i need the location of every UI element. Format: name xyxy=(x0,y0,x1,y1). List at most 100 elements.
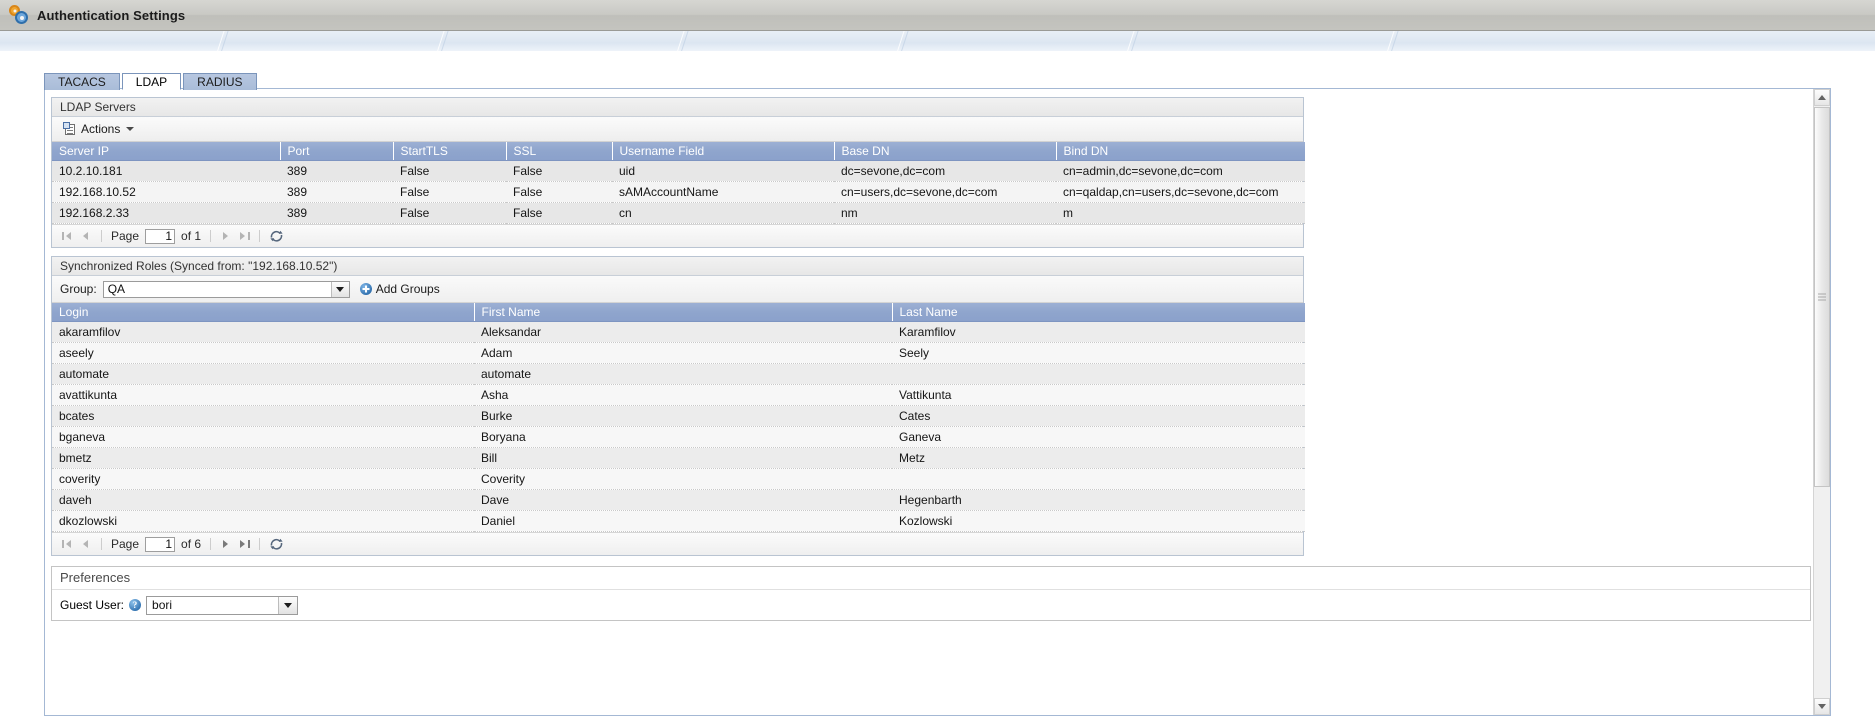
ldap-tab-panel: LDAP Servers Actions Server IP Port Star… xyxy=(44,88,1831,716)
preferences-title: Preferences xyxy=(52,567,1810,590)
cell-username-field: sAMAccountName xyxy=(612,181,834,203)
last-page-button[interactable] xyxy=(237,537,252,552)
col-ssl[interactable]: SSL xyxy=(506,142,613,161)
scrollbar-thumb[interactable] xyxy=(1814,107,1830,487)
actions-label: Actions xyxy=(81,122,121,136)
refresh-icon[interactable] xyxy=(269,537,284,551)
cell-login: akaramfilov xyxy=(52,321,474,343)
cell-last-name: Karamfilov xyxy=(892,321,1305,343)
cell-ssl: False xyxy=(506,160,612,182)
cell-last-name xyxy=(892,468,1305,490)
tab-radius[interactable]: RADIUS xyxy=(183,73,257,90)
cell-ssl: False xyxy=(506,202,612,224)
page-number-input[interactable] xyxy=(145,536,176,552)
next-page-button[interactable] xyxy=(218,229,233,244)
first-page-button[interactable] xyxy=(60,537,75,552)
cell-login: dkozlowski xyxy=(52,510,474,532)
cell-last-name: Seely xyxy=(892,342,1305,364)
cell-last-name: Kozlowski xyxy=(892,510,1305,532)
cell-username-field: cn xyxy=(612,202,834,224)
page-label: Page xyxy=(111,229,140,243)
header-banner xyxy=(0,31,1875,52)
help-icon[interactable]: ? xyxy=(129,599,142,611)
table-row[interactable]: akaramfilov Aleksandar Karamfilov xyxy=(52,321,1305,343)
cell-starttls: False xyxy=(393,202,506,224)
table-row[interactable]: dkozlowski Daniel Kozlowski xyxy=(52,510,1305,532)
chevron-down-icon xyxy=(330,281,349,297)
cell-port: 389 xyxy=(280,202,393,224)
preferences-body: Guest User: ? bori xyxy=(52,590,1810,620)
col-base-dn[interactable]: Base DN xyxy=(834,142,1057,161)
table-row[interactable]: bmetz Bill Metz xyxy=(52,447,1305,469)
group-select[interactable]: QA xyxy=(102,280,350,298)
ldap-servers-table: Server IP Port StartTLS SSL Username Fie… xyxy=(52,142,1305,224)
col-server-ip[interactable]: Server IP xyxy=(52,142,281,161)
window-titlebar: Authentication Settings xyxy=(0,0,1875,31)
prev-page-button[interactable] xyxy=(79,229,94,244)
cell-first-name: Aleksandar xyxy=(474,321,892,343)
col-first-name[interactable]: First Name xyxy=(474,303,893,322)
tab-panel-content: LDAP Servers Actions Server IP Port Star… xyxy=(45,89,1813,715)
group-selector-row: Group: QA Add Groups xyxy=(52,276,1303,303)
col-last-name[interactable]: Last Name xyxy=(892,303,1305,322)
cell-bind-dn: cn=admin,dc=sevone,dc=com xyxy=(1056,160,1305,182)
chevron-down-icon xyxy=(278,596,298,614)
table-row[interactable]: coverity Coverity xyxy=(52,468,1305,490)
cell-base-dn: cn=users,dc=sevone,dc=com xyxy=(834,181,1056,203)
page-number-input[interactable] xyxy=(145,228,176,244)
table-row[interactable]: aseely Adam Seely xyxy=(52,342,1305,364)
scroll-up-button[interactable] xyxy=(1814,89,1830,106)
last-page-button[interactable] xyxy=(237,229,252,244)
tab-ldap[interactable]: LDAP xyxy=(121,73,182,90)
col-port[interactable]: Port xyxy=(280,142,394,161)
add-groups-button[interactable]: Add Groups xyxy=(359,282,440,296)
prev-page-button[interactable] xyxy=(79,537,94,552)
cell-ssl: False xyxy=(506,181,612,203)
page-of-label: of 1 xyxy=(181,229,202,243)
cell-first-name: Dave xyxy=(474,489,892,511)
first-page-button[interactable] xyxy=(60,229,75,244)
table-row[interactable]: avattikunta Asha Vattikunta xyxy=(52,384,1305,406)
actions-button[interactable]: Actions xyxy=(60,121,137,137)
cell-login: bganeva xyxy=(52,426,474,448)
table-row[interactable]: 192.168.2.33 389 False False cn nm m xyxy=(52,202,1305,224)
vertical-scrollbar[interactable] xyxy=(1813,89,1830,715)
table-row[interactable]: bganeva Boryana Ganeva xyxy=(52,426,1305,448)
ldap-servers-title: LDAP Servers xyxy=(52,98,1303,117)
table-row[interactable]: 192.168.10.52 389 False False sAMAccount… xyxy=(52,181,1305,203)
cell-port: 389 xyxy=(280,160,393,182)
tab-tacacs[interactable]: TACACS xyxy=(44,73,120,90)
cell-first-name: Burke xyxy=(474,405,892,427)
gears-icon xyxy=(9,5,29,25)
cell-bind-dn: m xyxy=(1056,202,1305,224)
synchronized-users-table: Login First Name Last Name akaramfilov A… xyxy=(52,303,1305,532)
refresh-icon[interactable] xyxy=(269,229,284,243)
table-row[interactable]: 10.2.10.181 389 False False uid dc=sevon… xyxy=(52,160,1305,182)
cell-port: 389 xyxy=(280,181,393,203)
cell-base-dn: dc=sevone,dc=com xyxy=(834,160,1056,182)
col-username-field[interactable]: Username Field xyxy=(612,142,835,161)
cell-bind-dn: cn=qaldap,cn=users,dc=sevone,dc=com xyxy=(1056,181,1305,203)
guest-user-label: Guest User: xyxy=(60,598,125,612)
next-page-button[interactable] xyxy=(218,537,233,552)
cell-last-name: Hegenbarth xyxy=(892,489,1305,511)
cell-last-name: Metz xyxy=(892,447,1305,469)
col-login[interactable]: Login xyxy=(52,303,475,322)
cell-first-name: Adam xyxy=(474,342,892,364)
table-header-row: Server IP Port StartTLS SSL Username Fie… xyxy=(52,142,1305,161)
guest-user-select[interactable]: bori xyxy=(146,595,299,615)
table-row[interactable]: automate automate xyxy=(52,363,1305,385)
table-row[interactable]: daveh Dave Hegenbarth xyxy=(52,489,1305,511)
synchronized-roles-section: Synchronized Roles (Synced from: "192.16… xyxy=(51,256,1305,556)
window-title: Authentication Settings xyxy=(37,7,186,23)
scroll-down-button[interactable] xyxy=(1814,698,1830,715)
cell-last-name: Vattikunta xyxy=(892,384,1305,406)
col-starttls[interactable]: StartTLS xyxy=(393,142,507,161)
cell-username-field: uid xyxy=(612,160,834,182)
table-row[interactable]: bcates Burke Cates xyxy=(52,405,1305,427)
cell-login: daveh xyxy=(52,489,474,511)
table-header-row: Login First Name Last Name xyxy=(52,303,1305,322)
cell-base-dn: nm xyxy=(834,202,1056,224)
cell-first-name: Asha xyxy=(474,384,892,406)
col-bind-dn[interactable]: Bind DN xyxy=(1056,142,1305,161)
